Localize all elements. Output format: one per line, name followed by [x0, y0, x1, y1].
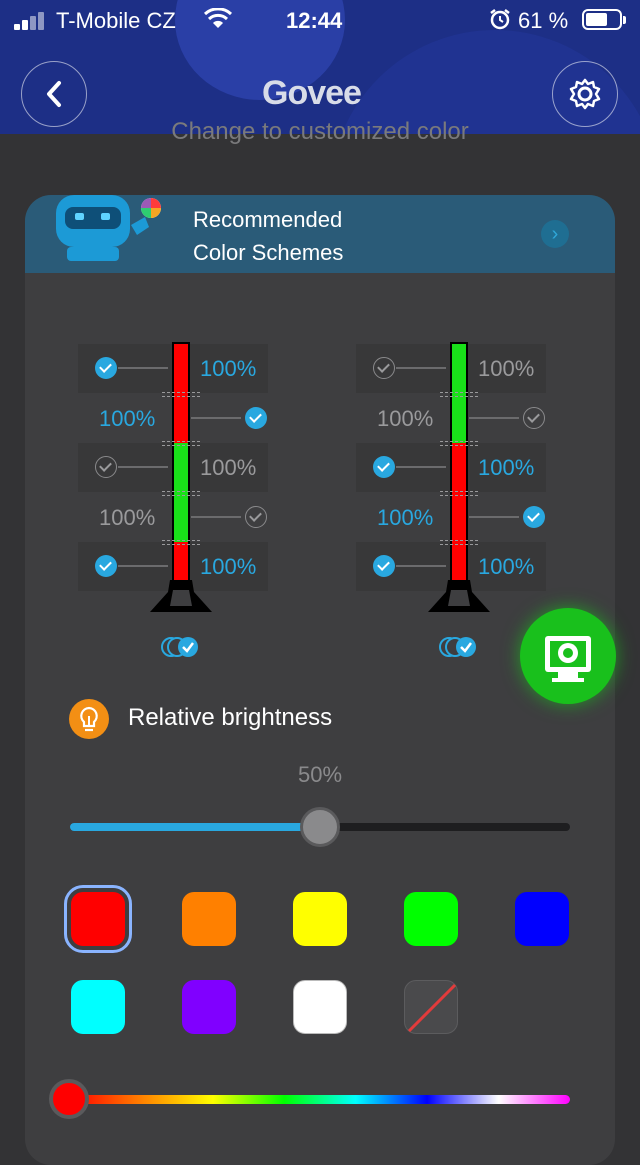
lamp-segment-light: [450, 342, 468, 394]
color-swatch[interactable]: [293, 980, 347, 1034]
carrier-name: T-Mobile CZ: [56, 8, 176, 33]
segment-divider: [162, 391, 200, 393]
battery-icon: [582, 9, 626, 30]
lamp-sync-toggle[interactable]: [438, 634, 482, 665]
slash-icon: [407, 983, 457, 1033]
clock: 12:44: [286, 8, 343, 33]
camera-picker-button[interactable]: [520, 608, 616, 704]
lamp-segment-light: [172, 393, 190, 443]
color-swatch[interactable]: [64, 885, 132, 953]
lamp-segment-light: [172, 492, 190, 542]
brightness-slider-knob[interactable]: [300, 807, 340, 847]
customize-hint: Change to customized color: [171, 118, 469, 145]
color-swatch[interactable]: [182, 980, 236, 1034]
banner-title: Recommended Color Schemes: [193, 203, 343, 269]
segment-checkbox[interactable]: [373, 357, 395, 379]
gear-icon: [569, 78, 601, 110]
segment-divider: [162, 544, 200, 545]
color-swatch[interactable]: [293, 892, 347, 946]
lamp-base-icon: [150, 579, 212, 612]
no-color-swatch[interactable]: [404, 980, 458, 1034]
status-bar: T-Mobile CZ 12:44 61 %: [0, 0, 640, 42]
segment-divider: [162, 494, 200, 496]
light-bulb-icon: [69, 699, 109, 739]
segment-connector: [118, 565, 168, 567]
segment-connector: [396, 466, 446, 468]
lamp-segment-light: [450, 393, 468, 443]
camera-color-picker-icon: [545, 636, 591, 682]
segment-connector: [396, 367, 446, 369]
lamp-segment-light: [450, 443, 468, 493]
segment-brightness: 100%: [478, 356, 535, 381]
segment-checkbox[interactable]: [373, 555, 395, 577]
lamp-segment-light: [172, 342, 190, 394]
segment-connector: [118, 466, 168, 468]
segment-checkbox[interactable]: [245, 406, 267, 429]
signal-icon: [14, 12, 48, 30]
segment-brightness: 100%: [200, 554, 257, 579]
segment-checkbox[interactable]: [523, 406, 545, 429]
hue-slider-knob[interactable]: [49, 1079, 89, 1119]
segment-divider: [440, 540, 478, 541]
segment-checkbox[interactable]: [245, 505, 267, 528]
brightness-value: 50%: [297, 762, 343, 787]
battery-percentage: 61 %: [518, 8, 569, 33]
segment-brightness: 100%: [478, 554, 535, 579]
segment-brightness: 100%: [99, 504, 156, 530]
brightness-slider[interactable]: [70, 807, 570, 847]
sync-check-icon: [439, 637, 476, 657]
segment-divider: [440, 441, 478, 442]
chevron-left-icon: [47, 81, 61, 107]
segment-connector: [469, 515, 519, 518]
segment-brightness: 100%: [377, 405, 434, 431]
segment-brightness: 100%: [200, 356, 257, 381]
relative-brightness-label: Relative brightness: [128, 704, 333, 731]
lamp-sync-toggle[interactable]: [160, 634, 204, 665]
robot-mascot-icon: [56, 195, 161, 261]
segment-checkbox[interactable]: [373, 456, 395, 478]
segment-divider: [162, 490, 200, 492]
segment-divider: [162, 395, 200, 397]
segment-divider: [162, 445, 200, 446]
segment-divider: [440, 395, 478, 397]
segment-checkbox[interactable]: [95, 357, 117, 379]
segment-brightness: 100%: [377, 504, 434, 530]
brightness-slider-fill: [70, 823, 320, 831]
recommended-schemes-banner[interactable]: Recommended Color Schemes ›: [25, 195, 615, 273]
segment-divider: [440, 391, 478, 393]
segment-brightness: 100%: [478, 455, 535, 480]
alarm-icon: [488, 7, 512, 37]
sync-check-icon: [161, 637, 198, 657]
color-swatch[interactable]: [71, 980, 125, 1034]
color-swatch[interactable]: [182, 892, 236, 946]
segment-brightness: 100%: [99, 405, 156, 431]
segment-connector: [191, 515, 241, 518]
segment-connector: [118, 367, 168, 369]
banner-title-line1: Recommended: [193, 207, 343, 232]
segment-divider: [440, 490, 478, 492]
lamp-segment-light: [450, 492, 468, 542]
segment-divider: [162, 441, 200, 442]
segment-divider: [440, 445, 478, 446]
lamp-segment-light: [172, 443, 190, 493]
segment-checkbox[interactable]: [95, 456, 117, 478]
color-swatch[interactable]: [404, 892, 458, 946]
segment-connector: [191, 416, 241, 419]
govee-logo: Govee: [262, 74, 362, 112]
banner-title-line2: Color Schemes: [193, 240, 344, 265]
segment-brightness: 100%: [200, 455, 257, 480]
hue-slider[interactable]: [70, 1095, 570, 1104]
chevron-right-icon[interactable]: ›: [541, 220, 569, 248]
segment-divider: [440, 544, 478, 545]
segment-checkbox[interactable]: [523, 505, 545, 528]
segment-divider: [162, 540, 200, 541]
segment-checkbox[interactable]: [95, 555, 117, 577]
segment-connector: [469, 416, 519, 419]
color-swatch[interactable]: [515, 892, 569, 946]
wifi-icon: [203, 7, 233, 38]
segment-connector: [396, 565, 446, 567]
segment-divider: [440, 494, 478, 496]
lamp-base-icon: [428, 579, 490, 612]
